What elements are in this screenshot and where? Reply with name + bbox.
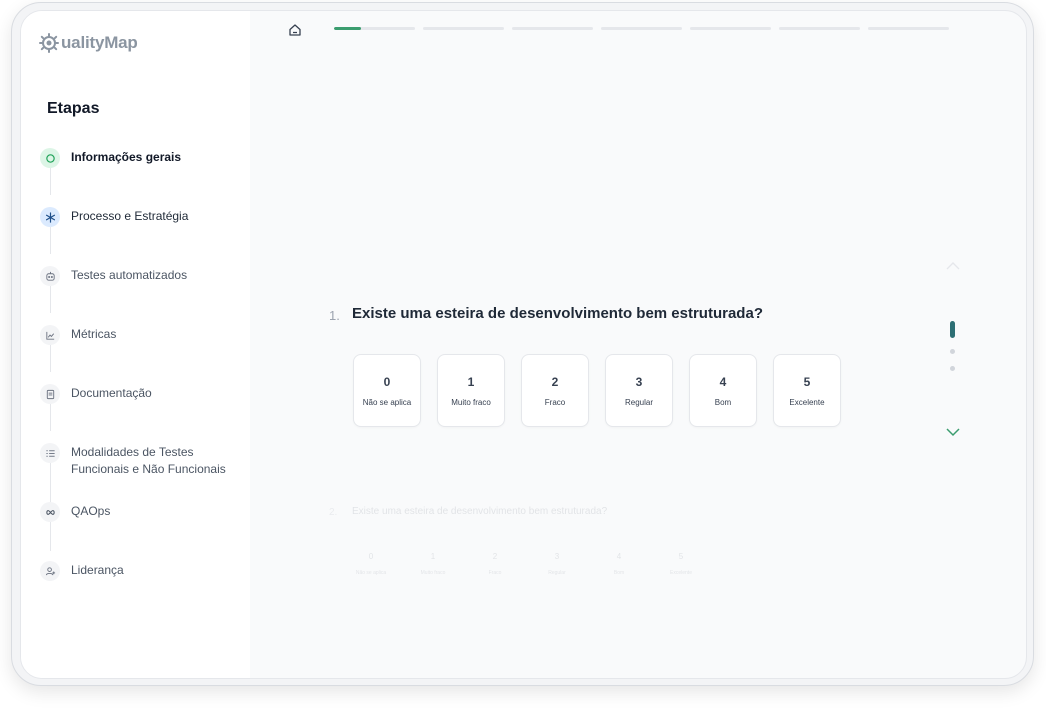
option-value: 2: [551, 374, 559, 389]
step-connector: [50, 286, 51, 313]
rating-option-2[interactable]: 2 Fraco: [521, 354, 589, 427]
sidebar-item-modalidades-testes[interactable]: Modalidades de Testes Funcionais e Não F…: [40, 443, 245, 478]
progress-bar: [334, 27, 949, 30]
step-connector: [50, 345, 51, 372]
rating-option-4[interactable]: 4 Bom: [601, 552, 637, 576]
asterisk-icon: [40, 207, 60, 227]
rating-option-0[interactable]: 0 Não se aplica: [353, 552, 389, 576]
rating-option-5[interactable]: 5 Excelente: [663, 552, 699, 576]
steps-title: Etapas: [47, 100, 100, 117]
users-icon: [40, 561, 60, 581]
option-label: Não se aplica: [355, 570, 387, 576]
option-value: 0: [368, 552, 374, 561]
infinity-icon: [40, 502, 60, 522]
option-label: Excelente: [670, 570, 692, 576]
option-value: 3: [635, 374, 643, 389]
progress-segment: [868, 27, 949, 30]
step-connector: [50, 227, 51, 254]
home-icon[interactable]: [288, 23, 302, 37]
sidebar-item-label: Documentação: [71, 386, 152, 400]
option-value: 5: [678, 552, 684, 561]
option-value: 2: [492, 552, 498, 561]
option-label: Bom: [613, 570, 625, 576]
rating-options: 0 Não se aplica 1 Muito fraco 2 Fraco 3 …: [353, 354, 841, 427]
option-value: 4: [719, 374, 727, 389]
rating-option-1[interactable]: 1 Muito fraco: [437, 354, 505, 427]
question-number: 1.: [329, 308, 340, 323]
option-value: 1: [430, 552, 436, 561]
rating-option-4[interactable]: 4 Bom: [689, 354, 757, 427]
sidebar-item-lideranca[interactable]: Liderança: [40, 561, 245, 581]
option-label: Fraco: [488, 570, 502, 576]
question-indicator-active[interactable]: [950, 321, 955, 338]
sidebar-item-testes-automatizados[interactable]: Testes automatizados: [40, 266, 245, 286]
sidebar-item-label: Liderança: [71, 563, 124, 577]
sidebar-item-documentacao[interactable]: Documentação: [40, 384, 245, 404]
logo[interactable]: ualityMap: [38, 32, 138, 54]
progress-segment: [512, 27, 593, 30]
step-connector: [50, 404, 51, 431]
progress-segment: [779, 27, 860, 30]
progress-segment: [334, 27, 415, 30]
question-indicator[interactable]: [950, 349, 955, 354]
line-chart-icon: [40, 325, 60, 345]
chevron-down-icon[interactable]: [945, 424, 961, 437]
sidebar-item-metricas[interactable]: Métricas: [40, 325, 245, 345]
question-number: 2.: [329, 507, 338, 518]
sidebar-item-label: Testes automatizados: [71, 268, 188, 282]
option-value: 3: [554, 552, 560, 561]
rating-option-2[interactable]: 2 Fraco: [477, 552, 513, 576]
chevron-up-icon[interactable]: [945, 258, 961, 270]
question-text: Existe uma esteira de desenvolvimento be…: [352, 506, 608, 517]
option-value: 0: [383, 374, 391, 389]
logo-text: ualityMap: [61, 33, 138, 52]
rating-option-3[interactable]: 3 Regular: [605, 354, 673, 427]
sidebar-item-label: Processo e Estratégia: [71, 209, 189, 223]
sidebar-item-label: QAOps: [71, 504, 111, 518]
main-content: 1. Existe uma esteira de desenvolvimento…: [250, 11, 1026, 678]
sidebar: ualityMap Etapas Informações gerais Proc…: [21, 11, 250, 678]
progress-segment: [601, 27, 682, 30]
option-label: Regular: [624, 397, 653, 407]
option-label: Excelente: [789, 397, 825, 407]
question-text: Existe uma esteira de desenvolvimento be…: [352, 305, 763, 322]
gear-logo-icon: [38, 32, 60, 54]
option-value: 5: [803, 374, 811, 389]
document-icon: [40, 384, 60, 404]
rating-option-3[interactable]: 3 Regular: [539, 552, 575, 576]
option-label: Muito fraco: [420, 570, 446, 576]
sidebar-item-qaops[interactable]: QAOps: [40, 502, 245, 522]
option-value: 4: [616, 552, 622, 561]
progress-segment: [690, 27, 771, 30]
option-label: Não se aplica: [362, 397, 412, 407]
check-circle-icon: [40, 148, 60, 168]
option-value: 1: [467, 374, 475, 389]
option-label: Muito fraco: [451, 397, 491, 407]
rating-options: 0 Não se aplica 1 Muito fraco 2 Fraco 3 …: [353, 552, 699, 576]
sidebar-item-label: Métricas: [71, 327, 117, 341]
option-label: Fraco: [544, 397, 566, 407]
option-label: Regular: [548, 570, 566, 576]
rating-option-0[interactable]: 0 Não se aplica: [353, 354, 421, 427]
question-indicator[interactable]: [950, 366, 955, 371]
progress-segment: [423, 27, 504, 30]
rating-option-5[interactable]: 5 Excelente: [773, 354, 841, 427]
list-icon: [40, 443, 60, 463]
sidebar-item-informacoes-gerais[interactable]: Informações gerais: [40, 148, 245, 168]
step-connector: [50, 521, 51, 551]
progress-fill: [334, 27, 361, 30]
sidebar-item-processo-estrategia[interactable]: Processo e Estratégia: [40, 207, 245, 227]
sidebar-item-label: Modalidades de Testes Funcionais e Não F…: [71, 445, 226, 476]
app-screen: ualityMap Etapas Informações gerais Proc…: [20, 10, 1027, 679]
rating-option-1[interactable]: 1 Muito fraco: [415, 552, 451, 576]
robot-icon: [40, 266, 60, 286]
step-connector: [50, 168, 51, 195]
sidebar-item-label: Informações gerais: [71, 150, 182, 164]
device-frame: ualityMap Etapas Informações gerais Proc…: [11, 2, 1034, 686]
option-label: Bom: [714, 397, 732, 407]
